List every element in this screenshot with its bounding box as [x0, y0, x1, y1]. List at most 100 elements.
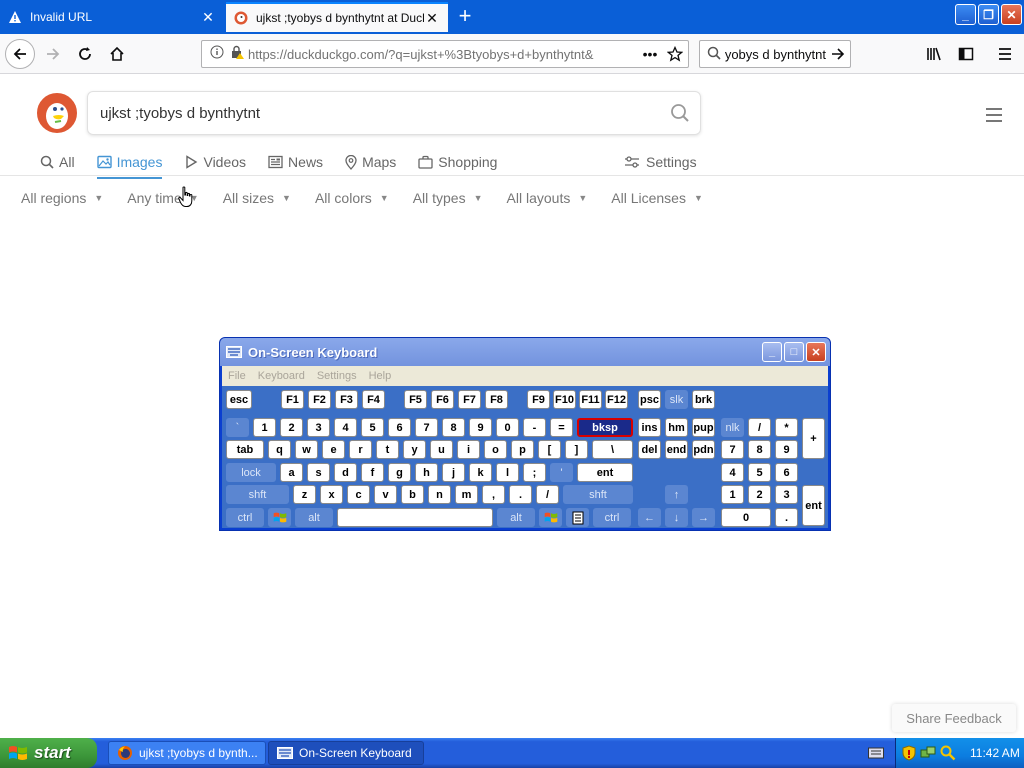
filter-region[interactable]: All regions ▼	[21, 188, 103, 208]
key-np3[interactable]: 3	[775, 485, 798, 504]
context-menu-key-icon[interactable]	[566, 508, 589, 527]
key-f9[interactable]: F9	[527, 390, 550, 409]
key-k6[interactable]: 6	[388, 418, 411, 437]
key-f4[interactable]: F4	[362, 390, 385, 409]
key-a[interactable]: a	[280, 463, 303, 482]
key-f2[interactable]: F2	[308, 390, 331, 409]
key-y[interactable]: y	[403, 440, 426, 459]
bookmark-star-icon[interactable]	[662, 46, 688, 62]
key-tab[interactable]: tab	[226, 440, 264, 459]
key-k9[interactable]: 9	[469, 418, 492, 437]
key-k4[interactable]: 4	[334, 418, 357, 437]
key-npmul[interactable]: *	[775, 418, 798, 437]
home-button[interactable]	[102, 39, 132, 69]
key-np1[interactable]: 1	[721, 485, 744, 504]
filter-size[interactable]: All sizes ▼	[223, 188, 291, 208]
key-period[interactable]: .	[509, 485, 532, 504]
key-slk[interactable]: slk	[665, 390, 688, 409]
new-tab-button[interactable]: +	[452, 4, 478, 30]
key-rshift[interactable]: shft	[563, 485, 633, 504]
info-icon[interactable]	[210, 45, 224, 64]
key-k1[interactable]: 1	[253, 418, 276, 437]
key-d[interactable]: d	[334, 463, 357, 482]
key-f1[interactable]: F1	[281, 390, 304, 409]
key-lctrl[interactable]: ctrl	[226, 508, 264, 527]
key-brk[interactable]: brk	[692, 390, 715, 409]
tab-invalid-url[interactable]: Invalid URL ✕	[0, 2, 224, 32]
key-k[interactable]: k	[469, 463, 492, 482]
page-actions-icon[interactable]: •••	[638, 46, 662, 62]
key-right[interactable]: →	[692, 508, 715, 527]
key-ralt[interactable]: alt	[497, 508, 535, 527]
menu-settings[interactable]: Settings	[317, 370, 357, 382]
key-np5[interactable]: 5	[748, 463, 771, 482]
key-v[interactable]: v	[374, 485, 397, 504]
key-t[interactable]: t	[376, 440, 399, 459]
key-semi[interactable]: ;	[523, 463, 546, 482]
key-space[interactable]	[337, 508, 493, 527]
key-z[interactable]: z	[293, 485, 316, 504]
key-rbr[interactable]: ]	[565, 440, 588, 459]
key-f12[interactable]: F12	[605, 390, 628, 409]
key-i[interactable]: i	[457, 440, 480, 459]
key-k7[interactable]: 7	[415, 418, 438, 437]
tab-videos[interactable]: Videos	[184, 148, 246, 176]
filter-type[interactable]: All types ▼	[413, 188, 483, 208]
osk-maximize-button[interactable]: □	[784, 342, 804, 362]
key-esc[interactable]: esc	[226, 390, 252, 409]
key-n[interactable]: n	[428, 485, 451, 504]
key-pdn[interactable]: pdn	[692, 440, 715, 459]
key-f8[interactable]: F8	[485, 390, 508, 409]
close-tab-icon[interactable]: ✕	[200, 9, 216, 26]
osk-title-bar[interactable]: On-Screen Keyboard _ □ ✕	[220, 338, 830, 366]
filter-color[interactable]: All colors ▼	[315, 188, 389, 208]
key-npent[interactable]: ent	[802, 485, 825, 526]
share-feedback-button[interactable]: Share Feedback	[892, 704, 1016, 732]
filter-license[interactable]: All Licenses ▼	[611, 188, 703, 208]
key-rctrl[interactable]: ctrl	[593, 508, 631, 527]
sidebar-icon[interactable]	[952, 40, 980, 68]
forward-button[interactable]	[38, 39, 68, 69]
key-f10[interactable]: F10	[553, 390, 576, 409]
key-k0[interactable]: 0	[496, 418, 519, 437]
tab-duckduckgo[interactable]: ujkst ;tyobys d bynthytnt at DuckDuckGo …	[226, 2, 448, 32]
taskbar-item-osk[interactable]: On-Screen Keyboard	[268, 741, 424, 765]
duckduckgo-logo[interactable]	[37, 93, 77, 133]
key-f5[interactable]: F5	[404, 390, 427, 409]
key-f11[interactable]: F11	[579, 390, 602, 409]
close-window-button[interactable]: ✕	[1001, 4, 1022, 25]
key-up[interactable]: ↑	[665, 485, 688, 504]
key-j[interactable]: j	[442, 463, 465, 482]
taskbar-item-firefox[interactable]: ujkst ;tyobys d bynth...	[108, 741, 266, 765]
key-f6[interactable]: F6	[431, 390, 454, 409]
library-icon[interactable]	[920, 40, 948, 68]
key-npdiv[interactable]: /	[748, 418, 771, 437]
ddg-menu-icon[interactable]	[986, 108, 1002, 122]
key-psc[interactable]: psc	[638, 390, 661, 409]
back-button[interactable]	[5, 39, 35, 69]
key-g[interactable]: g	[388, 463, 411, 482]
restore-button[interactable]: ❐	[978, 4, 999, 25]
key-e[interactable]: e	[322, 440, 345, 459]
keyboard-language-icon[interactable]	[868, 746, 884, 765]
url-bar[interactable]: https://duckduckgo.com/?q=ujkst+%3Btyoby…	[201, 40, 689, 68]
menu-hamburger-icon[interactable]	[991, 40, 1019, 68]
key-slash[interactable]: /	[536, 485, 559, 504]
key-hm[interactable]: hm	[665, 418, 688, 437]
key-nlk[interactable]: nlk	[721, 418, 744, 437]
key-np4[interactable]: 4	[721, 463, 744, 482]
key-f3[interactable]: F3	[335, 390, 358, 409]
key-np9[interactable]: 9	[775, 440, 798, 459]
key-o[interactable]: o	[484, 440, 507, 459]
settings-link[interactable]: Settings	[624, 148, 697, 176]
key-ins[interactable]: ins	[638, 418, 661, 437]
key-u[interactable]: u	[430, 440, 453, 459]
search-submit-icon[interactable]	[660, 103, 700, 123]
key-m[interactable]: m	[455, 485, 478, 504]
key-del[interactable]: del	[638, 440, 661, 459]
key-p[interactable]: p	[511, 440, 534, 459]
key-lalt[interactable]: alt	[295, 508, 333, 527]
key-f[interactable]: f	[361, 463, 384, 482]
key-pup[interactable]: pup	[692, 418, 715, 437]
reload-button[interactable]	[70, 39, 100, 69]
